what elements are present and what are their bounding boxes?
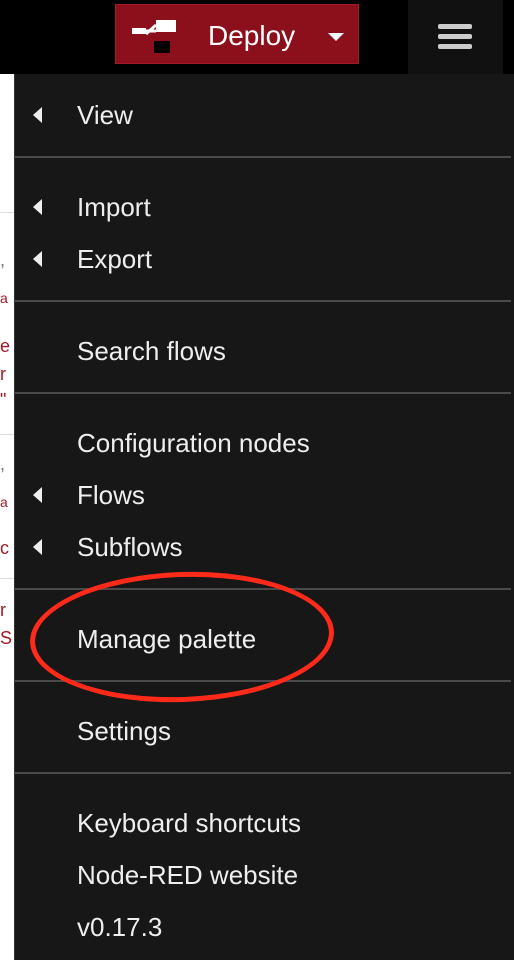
workspace-fragment: S	[0, 628, 13, 648]
workspace-divider	[0, 212, 14, 213]
menu-item-subflows[interactable]: Subflows	[15, 522, 514, 570]
workspace-divider	[0, 434, 14, 435]
submenu-arrow-icon	[33, 107, 42, 123]
menu-item-manage-palette[interactable]: Manage palette	[15, 614, 514, 662]
menu-item-label: Subflows	[77, 532, 183, 562]
workspace-divider	[0, 578, 14, 579]
menu-item-label: Export	[77, 244, 153, 274]
menu-item-configuration-nodes[interactable]: Configuration nodes	[15, 418, 514, 466]
menu-divider	[15, 392, 511, 394]
deploy-button[interactable]: Deploy	[115, 4, 359, 64]
menu-divider	[15, 680, 511, 682]
menu-item-label: Import	[77, 192, 151, 222]
menu-item-label: Manage palette	[77, 624, 257, 654]
menu-item-node-red-website[interactable]: Node-RED website	[15, 850, 514, 898]
submenu-arrow-icon	[33, 539, 42, 555]
menu-item-label: Settings	[77, 716, 171, 746]
menu-item-import[interactable]: Import	[15, 182, 514, 230]
workspace-fragment: ,	[0, 250, 6, 270]
deploy-icon	[132, 20, 176, 53]
deploy-label: Deploy	[208, 20, 296, 51]
workspace-fragment: r	[0, 600, 6, 620]
workspace-fragment: e	[0, 336, 11, 356]
menu-item-view[interactable]: View	[15, 90, 514, 138]
workspace-fragment: r	[0, 364, 6, 384]
version-label: v0.17.3	[77, 912, 163, 942]
workspace-fragment: c	[0, 538, 9, 558]
menu-item-label: Flows	[77, 480, 145, 510]
menu-divider	[15, 588, 511, 590]
main-menu-button[interactable]	[408, 0, 503, 74]
workspace-fragment: "	[0, 390, 7, 410]
menu-divider	[15, 300, 511, 302]
workspace-fragment: a	[0, 290, 8, 306]
menu-item-label: Node-RED website	[77, 860, 299, 890]
menu-item-label: Configuration nodes	[77, 428, 310, 458]
header-bar: Deploy	[0, 0, 514, 74]
menu-divider	[15, 156, 511, 158]
menu-item-keyboard-shortcuts[interactable]: Keyboard shortcuts	[15, 798, 514, 846]
menu-item-settings[interactable]: Settings	[15, 706, 514, 754]
workspace-fragment: a	[0, 494, 8, 510]
menu-item-label: Keyboard shortcuts	[77, 808, 302, 838]
deploy-dropdown-chevron-icon[interactable]	[328, 33, 344, 41]
menu-item-search-flows[interactable]: Search flows	[15, 326, 514, 374]
workspace-background: , a e r " , a c r S	[0, 74, 14, 960]
hamburger-icon	[438, 24, 472, 50]
submenu-arrow-icon	[33, 487, 42, 503]
menu-divider	[15, 772, 511, 774]
menu-item-label: Search flows	[77, 336, 226, 366]
menu-item-label: View	[77, 100, 133, 130]
submenu-arrow-icon	[33, 251, 42, 267]
menu-item-version: v0.17.3	[15, 902, 514, 950]
menu-item-flows[interactable]: Flows	[15, 470, 514, 518]
main-menu-dropdown: View Import Export Search flows Configur…	[14, 74, 514, 960]
workspace-fragment: ,	[0, 454, 6, 474]
menu-item-export[interactable]: Export	[15, 234, 514, 282]
submenu-arrow-icon	[33, 199, 42, 215]
